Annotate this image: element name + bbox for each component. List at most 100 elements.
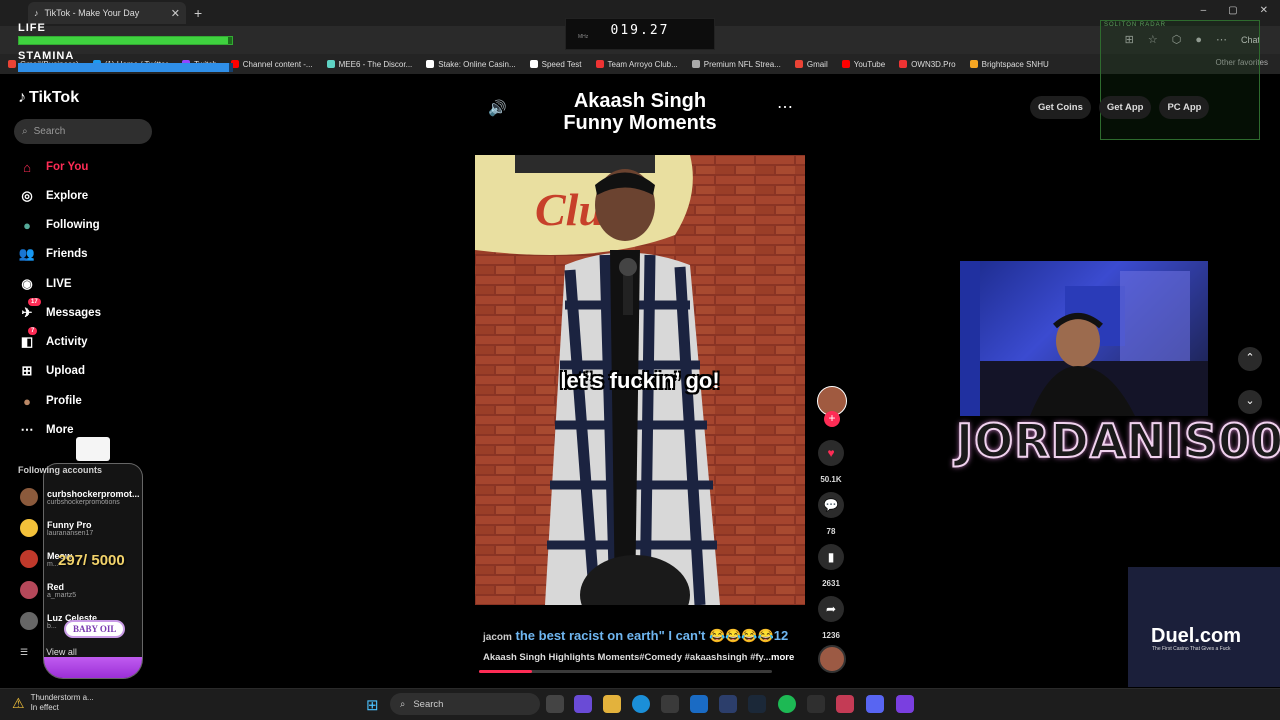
messages-icon: ✈ 17 xyxy=(18,298,41,322)
bookmark-item[interactable]: Team Arroyo Club... xyxy=(595,59,678,69)
close-window-button[interactable]: ✕ xyxy=(1260,5,1268,16)
follow-plus-icon[interactable]: + xyxy=(824,411,840,427)
bookmark-item[interactable]: OWN3D.Pro xyxy=(899,60,956,69)
stamina-bar-fill xyxy=(18,63,229,72)
sidebar-item-following[interactable]: ● Following xyxy=(18,216,100,234)
video-progress-bar[interactable] xyxy=(479,670,772,673)
logo-text: TikTok xyxy=(29,89,80,106)
tiktok-logo[interactable]: ♪ TikTok xyxy=(18,89,79,107)
share-action[interactable]: ➦ 1236 xyxy=(818,596,844,640)
app-grid-icon[interactable] xyxy=(896,695,914,713)
discord-icon[interactable] xyxy=(866,695,884,713)
life-label: LIFE xyxy=(18,22,46,34)
xbox-icon[interactable] xyxy=(807,695,825,713)
taskbar-search[interactable]: ⌕ Search xyxy=(390,693,540,715)
spotify-icon[interactable] xyxy=(778,695,796,713)
sidebar-item-explore[interactable]: ◎ Explore xyxy=(18,187,88,205)
comment-action[interactable]: 💬 78 xyxy=(818,492,844,536)
sidebar-item-label: Messages xyxy=(46,307,101,319)
tab-close-icon[interactable]: ✕ xyxy=(171,7,180,20)
sidebar-item-friends[interactable]: 👥 Friends xyxy=(18,245,88,263)
heart-icon[interactable]: ♥ xyxy=(818,440,844,466)
volume-icon[interactable]: 🔊 xyxy=(488,99,507,117)
edge-browser-icon[interactable] xyxy=(632,695,650,713)
sidebar-item-label: Following xyxy=(46,219,100,231)
pc-app-button[interactable]: PC App xyxy=(1159,96,1210,119)
bookmark-item[interactable]: Stake: Online Casin... xyxy=(426,60,516,69)
bottle-label: BABY OIL xyxy=(64,620,126,638)
bookmark-item[interactable]: YouTube xyxy=(841,59,886,69)
bookmark-label: Premium NFL Strea... xyxy=(703,59,781,69)
get-coins-button[interactable]: Get Coins xyxy=(1030,96,1091,119)
video-title-line2: Funny Moments xyxy=(563,112,717,134)
sidebar-item-label: Friends xyxy=(46,248,88,260)
sidebar-item-label: Profile xyxy=(46,395,82,407)
tab-title: TikTok - Make Your Day xyxy=(44,8,140,18)
bookmark-label: YouTube xyxy=(853,59,886,69)
browser-tab[interactable]: ♪ TikTok - Make Your Day ✕ xyxy=(28,2,186,24)
avatar xyxy=(20,488,38,506)
bookmark-item[interactable]: Speed Test xyxy=(529,59,582,69)
next-video-chevron-down-icon[interactable]: ⌄ xyxy=(1238,390,1262,414)
search-icon: ⌕ xyxy=(400,698,406,710)
video-more-options-icon[interactable]: ⋯ xyxy=(777,97,793,117)
webcam-frame xyxy=(960,261,1208,416)
save-action[interactable]: ▮ 2631 xyxy=(818,544,844,588)
notification-badge: 7 xyxy=(28,327,38,335)
description-text: the best racist on earth" I can't 😂😂😂😂12 xyxy=(515,628,789,643)
sidebar-item-label: Explore xyxy=(46,190,89,202)
music-disc-avatar[interactable] xyxy=(818,645,846,673)
map-pin-icon[interactable] xyxy=(836,695,854,713)
maximize-button[interactable]: ▢ xyxy=(1228,5,1237,16)
bookmark-favicon-icon xyxy=(794,60,803,68)
previous-video-chevron-up-icon[interactable]: ⌃ xyxy=(1238,347,1262,371)
bottle-body xyxy=(43,463,143,679)
bookmark-item[interactable]: MEE6 - The Discor... xyxy=(326,60,412,69)
task-view-icon[interactable] xyxy=(546,695,564,713)
share-icon[interactable]: ➦ xyxy=(818,596,844,622)
description-more-link[interactable]: more xyxy=(771,652,794,663)
minimize-button[interactable]: – xyxy=(1201,5,1207,16)
radar-title: SOLITON RADAR xyxy=(1104,22,1166,28)
bookmark-item[interactable]: Brightspace SNHU xyxy=(969,59,1049,69)
comment-icon[interactable]: 💬 xyxy=(818,492,844,518)
new-tab-button[interactable]: + xyxy=(194,5,202,21)
life-bar xyxy=(18,36,233,45)
bookmark-favicon-icon xyxy=(691,60,700,68)
bookmark-item[interactable]: Channel content -... xyxy=(230,60,313,69)
steam-icon[interactable] xyxy=(748,695,766,713)
sidebar-item-messages[interactable]: ✈ 17 Messages xyxy=(18,298,101,322)
avatar xyxy=(20,519,38,537)
bottle-counter: 297/ 5000 xyxy=(58,552,125,569)
video-progress-fill xyxy=(479,670,532,673)
store-icon[interactable] xyxy=(661,695,679,713)
sidebar-item-profile[interactable]: ● Profile xyxy=(18,392,82,410)
bookmark-item[interactable]: Premium NFL Strea... xyxy=(691,59,781,69)
search-input[interactable]: ⌕ Search xyxy=(14,119,152,144)
windows-start-icon[interactable]: ⊞ xyxy=(366,696,379,714)
bookmark-label: Gmail xyxy=(806,59,828,69)
bookmark-label: Brightspace SNHU xyxy=(981,59,1049,69)
sidebar-item-for-you[interactable]: ⌂ For You xyxy=(18,158,88,176)
bookmark-item[interactable]: Gmail xyxy=(794,59,828,69)
sidebar-item-live[interactable]: ◉ LIVE xyxy=(18,275,71,293)
bookmark-label: Speed Test xyxy=(541,59,582,69)
get-app-button[interactable]: Get App xyxy=(1098,96,1152,119)
hud-timer-unit: MHz xyxy=(578,34,589,40)
bookmark-favicon-icon xyxy=(899,60,908,68)
list-icon: ☰ xyxy=(20,647,29,657)
like-action[interactable]: ♥ 50.1K xyxy=(818,440,844,484)
sidebar-item-activity[interactable]: ◧ 7 Activity xyxy=(18,327,88,351)
like-count: 50.1K xyxy=(820,475,842,484)
sidebar-item-upload[interactable]: ⊞ Upload xyxy=(18,362,85,380)
tiktok-note-icon: ♪ xyxy=(18,89,26,106)
outlook-icon[interactable] xyxy=(690,695,708,713)
xbox-app-icon[interactable] xyxy=(719,695,737,713)
bookmark-icon[interactable]: ▮ xyxy=(818,544,844,570)
copilot-app-icon[interactable] xyxy=(574,695,592,713)
duel-tagline: The First Casino That Gives a Fuck xyxy=(1152,646,1231,652)
weather-widget[interactable]: ⚠ Thunderstorm a... In effect xyxy=(12,693,94,713)
bookmark-label: Team Arroyo Club... xyxy=(607,59,678,69)
stamina-label: STAMINA xyxy=(18,50,75,62)
file-explorer-icon[interactable] xyxy=(603,695,621,713)
